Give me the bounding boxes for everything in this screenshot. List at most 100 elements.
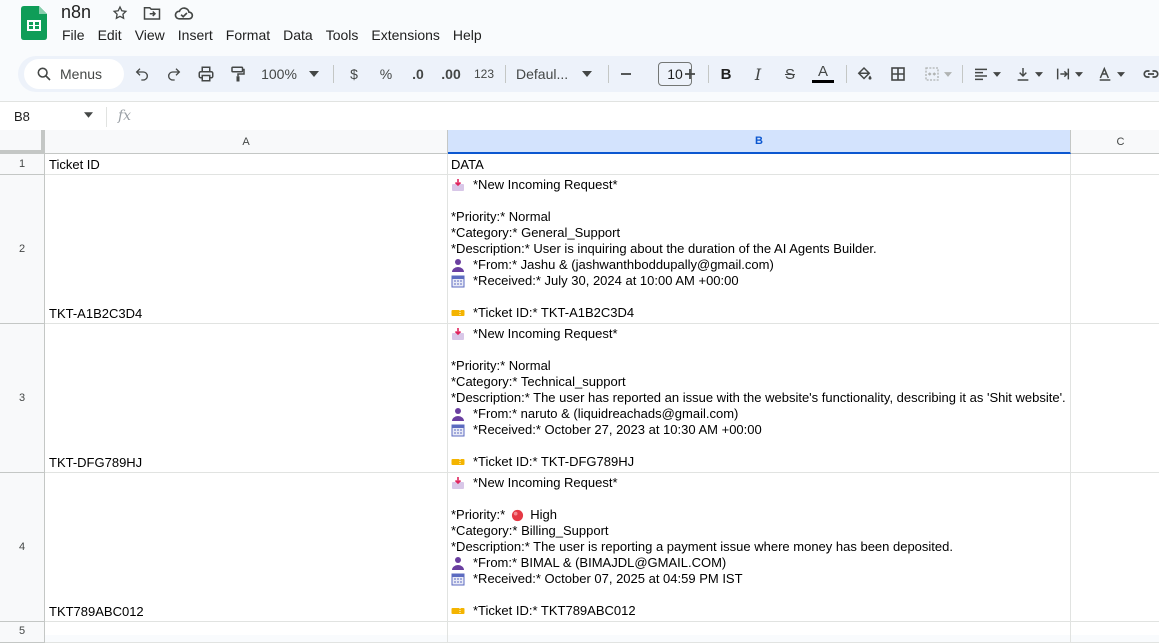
cell-a4[interactable]: TKT789ABC012: [45, 473, 448, 622]
row-header-1[interactable]: 1: [0, 154, 45, 175]
menu-edit[interactable]: Edit: [98, 26, 135, 46]
insert-link-icon[interactable]: [1140, 56, 1159, 92]
chevron-down-icon: [1035, 71, 1043, 77]
column-header-a[interactable]: A: [45, 130, 448, 154]
description-line: *Description:* The user is reporting a p…: [451, 539, 953, 554]
menu-view[interactable]: View: [135, 26, 178, 46]
menu-file[interactable]: File: [62, 26, 98, 46]
row-header-3[interactable]: 3: [0, 324, 45, 473]
google-sheets-logo[interactable]: [21, 6, 47, 40]
merge-cells-icon[interactable]: [920, 56, 956, 92]
text-rotation-icon[interactable]: [1094, 56, 1128, 92]
function-icon: fx: [118, 108, 132, 124]
category-line: *Category:* General_Support: [451, 225, 621, 240]
menu-format[interactable]: Format: [226, 26, 283, 46]
select-all-corner[interactable]: [0, 130, 45, 154]
row-header-2[interactable]: 2: [0, 175, 45, 324]
percent-label: %: [379, 66, 393, 82]
paint-format-icon[interactable]: [228, 56, 248, 92]
person-icon: [452, 259, 464, 272]
ticket-icon: [451, 459, 465, 465]
document-title[interactable]: n8n: [61, 2, 91, 23]
title-bar: n8n File Edit View Insert Format Data To…: [0, 0, 1159, 52]
print-icon[interactable]: [196, 56, 216, 92]
from-line: *From:* Jashu & (jashwanthboddupally@gma…: [473, 257, 774, 272]
currency-format-button[interactable]: $: [344, 56, 364, 92]
strikethrough-button[interactable]: S: [780, 56, 800, 92]
zoom-select[interactable]: 100%: [258, 56, 322, 92]
star-icon[interactable]: [110, 4, 130, 22]
cell-c4[interactable]: [1071, 473, 1159, 622]
inbox-tray-icon: [452, 328, 464, 340]
cell-a3[interactable]: TKT-DFG789HJ: [45, 324, 448, 473]
text-color-button[interactable]: A: [811, 56, 835, 92]
more-formats-label: 123: [473, 67, 495, 81]
toolbar: Menus 100% $ % .0 .00 123 Defaul... 10 B…: [18, 56, 1159, 92]
decrease-decimal-button[interactable]: .0: [406, 56, 430, 92]
fill-color-icon[interactable]: [854, 56, 874, 92]
search-menus[interactable]: Menus: [24, 59, 124, 89]
zoom-value: 100%: [261, 66, 297, 82]
cell-c3[interactable]: [1071, 324, 1159, 473]
bold-label: B: [720, 65, 732, 83]
font-select[interactable]: Defaul...: [516, 56, 596, 92]
font-value: Defaul...: [516, 66, 569, 82]
category-line: *Category:* Billing_Support: [451, 523, 609, 538]
person-icon: [452, 557, 464, 570]
move-to-folder-icon[interactable]: [142, 4, 162, 22]
menu-data[interactable]: Data: [283, 26, 326, 46]
received-line: *Received:* July 30, 2024 at 10:00 AM +0…: [473, 273, 739, 288]
borders-icon[interactable]: [888, 56, 908, 92]
person-icon: [452, 408, 464, 421]
column-header-b[interactable]: B: [448, 130, 1071, 154]
menu-tools[interactable]: Tools: [326, 26, 372, 46]
chevron-down-icon: [1075, 71, 1083, 77]
currency-label: $: [350, 66, 358, 82]
priority-prefix: *Priority:*: [451, 507, 506, 522]
decrease-font-size-button[interactable]: [618, 56, 634, 92]
row-header-5[interactable]: 5: [0, 622, 45, 643]
column-header-c[interactable]: C: [1071, 130, 1159, 154]
cell-a2[interactable]: TKT-A1B2C3D4: [45, 175, 448, 324]
row-header-4[interactable]: 4: [0, 473, 45, 622]
menu-extensions[interactable]: Extensions: [371, 26, 452, 46]
search-icon: [37, 67, 51, 81]
increase-font-size-button[interactable]: [682, 56, 698, 92]
increase-decimal-button[interactable]: .00: [438, 56, 464, 92]
cell-b5[interactable]: [448, 622, 1071, 643]
cell-c2[interactable]: [1071, 175, 1159, 324]
formula-input[interactable]: [140, 102, 1150, 131]
name-box-value: B8: [14, 109, 30, 124]
plus-icon: [685, 69, 695, 79]
cell-a5[interactable]: [45, 622, 448, 643]
text-wrapping-icon[interactable]: [1052, 56, 1086, 92]
formula-bar: B8 fx: [0, 101, 1159, 131]
cell-b1[interactable]: DATA: [448, 154, 1071, 175]
text-color-label: A: [817, 63, 828, 80]
menu-help[interactable]: Help: [453, 26, 495, 46]
vertical-align-icon[interactable]: [1012, 56, 1046, 92]
cell-b3[interactable]: *New Incoming Request* *Priority:* Norma…: [448, 324, 1071, 473]
bold-button[interactable]: B: [716, 56, 736, 92]
decrease-decimal-label: .0: [412, 66, 424, 82]
from-line: *From:* naruto & (liquidreachads@gmail.c…: [473, 406, 739, 421]
menu-insert[interactable]: Insert: [178, 26, 226, 46]
name-box[interactable]: B8: [0, 102, 104, 131]
request-title: *New Incoming Request*: [473, 177, 618, 192]
cell-c5[interactable]: [1071, 622, 1159, 643]
cell-a1[interactable]: Ticket ID: [45, 154, 448, 175]
horizontal-align-icon[interactable]: [970, 56, 1004, 92]
cell-b4[interactable]: *New Incoming Request* *Priority:* High *…: [448, 473, 1071, 622]
undo-icon[interactable]: [132, 56, 152, 92]
more-formats-button[interactable]: 123: [472, 56, 496, 92]
cell-c1[interactable]: [1071, 154, 1159, 175]
percent-format-button[interactable]: %: [376, 56, 396, 92]
increase-decimal-label: .00: [441, 66, 461, 82]
cell-b2[interactable]: *New Incoming Request* *Priority:* Norma…: [448, 175, 1071, 324]
redo-icon[interactable]: [164, 56, 184, 92]
ticket-icon: [451, 310, 465, 316]
cloud-saved-icon[interactable]: [174, 4, 194, 22]
italic-button[interactable]: I: [748, 56, 768, 92]
received-line: *Received:* October 27, 2023 at 10:30 AM…: [473, 422, 762, 437]
ticket-id-text: TKT-A1B2C3D4: [49, 306, 143, 321]
